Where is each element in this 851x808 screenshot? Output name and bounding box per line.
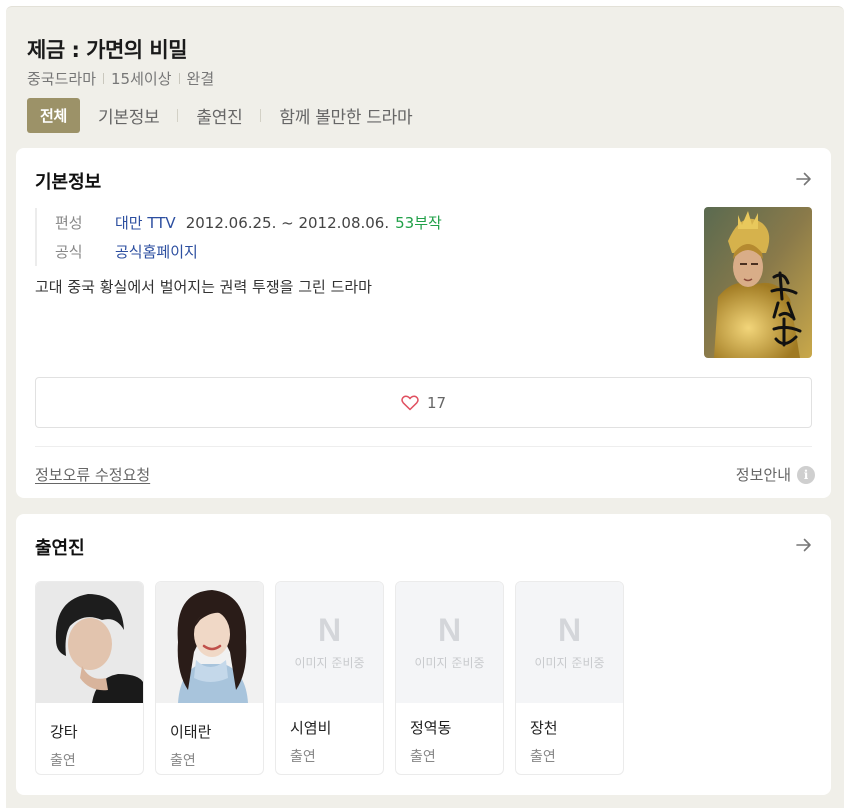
cast-name: 정역동	[410, 719, 452, 737]
cast-member[interactable]: N 이미지 준비중 정역동 출연	[395, 581, 504, 775]
image-placeholder: N 이미지 준비중	[276, 582, 383, 703]
image-placeholder: N 이미지 준비중	[396, 582, 503, 703]
heart-icon	[401, 394, 419, 410]
naver-logo-icon: N	[557, 612, 582, 648]
divider	[35, 446, 812, 447]
tab-basic-info[interactable]: 기본정보	[98, 103, 160, 128]
tab-all[interactable]: 전체	[27, 98, 81, 133]
placeholder-text: 이미지 준비중	[534, 656, 605, 670]
episode-count: 53부작	[395, 214, 442, 232]
broadcast-info: 편성 대만 TTV 2012.06.25. ~ 2012.08.06. 53부작…	[35, 208, 442, 266]
drama-meta: 중국드라마 15세이상 완결	[27, 68, 214, 89]
broadcast-dates: 2012.06.25. ~ 2012.08.06.	[185, 213, 390, 232]
cast-name: 시염비	[290, 719, 332, 737]
meta-status: 완결	[186, 70, 215, 88]
cast-role: 출연	[170, 753, 196, 769]
like-count: 17	[426, 393, 447, 412]
report-error-link[interactable]: 정보오류 수정요청	[35, 464, 150, 485]
meta-divider	[103, 73, 105, 84]
cast-role: 출연	[50, 753, 76, 769]
meta-divider	[178, 73, 180, 84]
drama-info-panel: 제금 : 가면의 비밀 중국드라마 15세이상 완결 전체 기본정보 출연진 함…	[6, 6, 844, 808]
drama-poster[interactable]	[704, 207, 812, 358]
cast-title[interactable]: 출연진	[35, 534, 85, 560]
info-guide-label: 정보안내	[735, 466, 791, 484]
arrow-right-icon[interactable]	[795, 536, 813, 554]
naver-logo-icon: N	[317, 612, 342, 648]
tab-divider	[260, 109, 262, 122]
drama-description: 고대 중국 황실에서 벌어지는 권력 투쟁을 그린 드라마	[35, 278, 372, 296]
cast-member[interactable]: 강타 출연	[35, 581, 144, 775]
cast-photo	[36, 582, 143, 703]
meta-rating: 15세이상	[111, 70, 172, 88]
cast-member[interactable]: N 이미지 준비중 시염비 출연	[275, 581, 384, 775]
cast-role: 출연	[530, 749, 556, 765]
cast-name: 장천	[530, 719, 558, 737]
cast-card: 출연진 강타 출연 이태란 출연 N 이미지 준비중 시염비 출연 N 이미지 …	[16, 514, 831, 795]
info-guide-button[interactable]: 정보안내 i	[736, 464, 815, 485]
placeholder-text: 이미지 준비중	[414, 656, 485, 670]
cast-photo	[156, 582, 263, 703]
schedule-row: 편성 대만 TTV 2012.06.25. ~ 2012.08.06. 53부작	[55, 208, 442, 237]
cast-member[interactable]: 이태란 출연	[155, 581, 264, 775]
cast-member[interactable]: N 이미지 준비중 장천 출연	[515, 581, 624, 775]
naver-logo-icon: N	[437, 612, 462, 648]
info-icon: i	[797, 465, 815, 484]
basic-info-title[interactable]: 기본정보	[35, 168, 101, 194]
meta-genre: 중국드라마	[27, 70, 97, 88]
page-title: 제금 : 가면의 비밀	[27, 38, 188, 62]
tab-similar-dramas[interactable]: 함께 볼만한 드라마	[279, 103, 412, 128]
basic-info-card: 기본정보 편성 대만 TTV 2012.06.25. ~ 2012.08.06.…	[16, 148, 831, 498]
placeholder-text: 이미지 준비중	[294, 656, 365, 670]
like-button[interactable]: 17	[35, 377, 812, 428]
tab-divider	[177, 109, 179, 122]
official-label: 공식	[55, 243, 83, 261]
cast-list: 강타 출연 이태란 출연 N 이미지 준비중 시염비 출연 N 이미지 준비중 …	[35, 581, 635, 775]
official-row: 공식 공식홈페이지	[55, 237, 442, 266]
arrow-right-icon[interactable]	[795, 170, 813, 188]
cast-role: 출연	[290, 749, 316, 765]
cast-name: 강타	[50, 723, 78, 741]
cast-role: 출연	[410, 749, 436, 765]
official-homepage-link[interactable]: 공식홈페이지	[115, 241, 198, 262]
tab-cast[interactable]: 출연진	[196, 103, 242, 128]
schedule-label: 편성	[55, 214, 83, 232]
channel-link[interactable]: 대만 TTV	[115, 212, 176, 233]
cast-name: 이태란	[170, 723, 212, 741]
tab-bar: 전체 기본정보 출연진 함께 볼만한 드라마	[27, 98, 413, 133]
image-placeholder: N 이미지 준비중	[516, 582, 623, 703]
